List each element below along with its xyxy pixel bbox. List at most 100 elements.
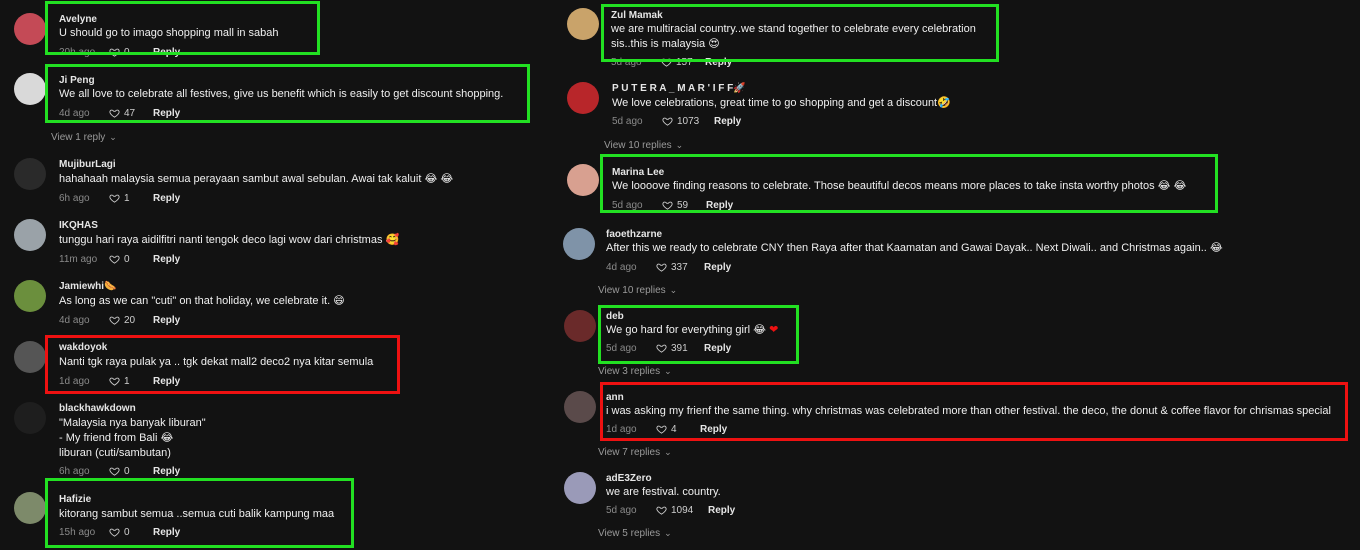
avatar[interactable] bbox=[14, 341, 46, 373]
like-button[interactable]: 47 bbox=[109, 108, 153, 119]
comment-username[interactable]: faoethzarne bbox=[606, 229, 662, 240]
emoji: 😂 bbox=[753, 324, 767, 336]
comment-username[interactable]: blackhawkdown bbox=[59, 403, 136, 414]
avatar[interactable] bbox=[564, 472, 596, 504]
reply-button[interactable]: Reply bbox=[153, 315, 180, 326]
comment-meta: 4d ago 337 Reply bbox=[606, 262, 731, 273]
avatar[interactable] bbox=[14, 402, 46, 434]
reply-button[interactable]: Reply bbox=[153, 193, 180, 204]
comment-text: We go hard for everything girl 😂 ❤ bbox=[606, 324, 779, 336]
heart-icon bbox=[656, 424, 667, 435]
like-button[interactable]: 0 bbox=[109, 466, 153, 477]
comment-username[interactable]: Ji Peng bbox=[59, 75, 95, 86]
comment-meta: 5d ago 1094 Reply bbox=[606, 505, 735, 516]
comment-meta: 6h ago 0 Reply bbox=[59, 466, 180, 477]
comment-text: We loooove finding reasons to celebrate.… bbox=[612, 180, 1187, 192]
comment-username[interactable]: Hafizie bbox=[59, 494, 91, 505]
comment-time: 5d ago bbox=[612, 116, 643, 127]
heart-icon bbox=[656, 505, 667, 516]
avatar[interactable] bbox=[14, 219, 46, 251]
avatar[interactable] bbox=[567, 164, 599, 196]
like-button[interactable]: 4 bbox=[656, 424, 700, 435]
comment-text: we are multiracial country..we stand tog… bbox=[611, 23, 976, 50]
comment-username[interactable]: Jamiewhi🌭 bbox=[59, 281, 116, 292]
like-button[interactable]: 0 bbox=[109, 527, 153, 538]
reply-button[interactable]: Reply bbox=[700, 424, 727, 435]
like-count: 0 bbox=[124, 466, 130, 477]
like-button[interactable]: 1 bbox=[109, 193, 153, 204]
comment-username[interactable]: deb bbox=[606, 311, 624, 322]
comment-text: U should go to imago shopping mall in sa… bbox=[59, 27, 279, 39]
like-count: 0 bbox=[124, 254, 130, 265]
like-count: 391 bbox=[671, 343, 688, 354]
comment-username[interactable]: Marina Lee bbox=[612, 167, 664, 178]
comment-username[interactable]: P U T E R A _ M A R ' I F F🚀 bbox=[612, 83, 746, 94]
view-replies-link[interactable]: View 10 replies ⌄ bbox=[598, 285, 677, 296]
like-button[interactable]: 59 bbox=[662, 200, 706, 211]
like-button[interactable]: 1094 bbox=[656, 505, 708, 516]
view-replies-link[interactable]: View 3 replies ⌄ bbox=[598, 366, 672, 377]
avatar[interactable] bbox=[14, 280, 46, 312]
reply-button[interactable]: Reply bbox=[153, 466, 180, 477]
like-button[interactable]: 1 bbox=[109, 376, 153, 387]
comment-meta: 20h ago 0 Reply bbox=[59, 47, 180, 58]
like-button[interactable]: 337 bbox=[656, 262, 704, 273]
like-count: 4 bbox=[671, 424, 677, 435]
avatar[interactable] bbox=[14, 158, 46, 190]
avatar[interactable] bbox=[564, 310, 596, 342]
reply-button[interactable]: Reply bbox=[714, 116, 741, 127]
avatar[interactable] bbox=[14, 73, 46, 105]
comment-time: 4d ago bbox=[59, 108, 90, 119]
like-button[interactable]: 157 bbox=[661, 57, 705, 68]
reply-button[interactable]: Reply bbox=[153, 108, 180, 119]
reply-button[interactable]: Reply bbox=[704, 343, 731, 354]
reply-button[interactable]: Reply bbox=[153, 376, 180, 387]
like-button[interactable]: 0 bbox=[109, 47, 153, 58]
comment-time: 5d ago bbox=[606, 343, 637, 354]
like-button[interactable]: 0 bbox=[109, 254, 153, 265]
emoji: 😂 😂 bbox=[424, 173, 454, 185]
avatar[interactable] bbox=[14, 492, 46, 524]
view-replies-link[interactable]: View 10 replies ⌄ bbox=[604, 140, 683, 151]
comment-username[interactable]: wakdoyok bbox=[59, 342, 107, 353]
avatar[interactable] bbox=[567, 8, 599, 40]
like-count: 1 bbox=[124, 376, 130, 387]
comment-text: Nanti tgk raya pulak ya .. tgk dekat mal… bbox=[59, 356, 374, 368]
comment-username[interactable]: Avelyne bbox=[59, 14, 97, 25]
view-replies-link[interactable]: View 5 replies ⌄ bbox=[598, 528, 672, 539]
view-replies-link[interactable]: View 7 replies ⌄ bbox=[598, 447, 672, 458]
reply-button[interactable]: Reply bbox=[706, 200, 733, 211]
emoji: 😄 bbox=[333, 295, 345, 307]
reply-button[interactable]: Reply bbox=[705, 57, 732, 68]
username-emoji: 🚀 bbox=[733, 83, 746, 94]
reply-button[interactable]: Reply bbox=[153, 527, 180, 538]
comment-time: 6h ago bbox=[59, 466, 90, 477]
heart-icon bbox=[656, 343, 667, 354]
reply-button[interactable]: Reply bbox=[704, 262, 731, 273]
comment-time: 5d ago bbox=[611, 57, 642, 68]
avatar[interactable] bbox=[14, 13, 46, 45]
comment-username[interactable]: IKQHAS bbox=[59, 220, 98, 231]
heart-icon bbox=[109, 254, 120, 265]
heart-emoji: ❤ bbox=[769, 324, 779, 336]
reply-button[interactable]: Reply bbox=[153, 254, 180, 265]
like-button[interactable]: 1073 bbox=[662, 116, 714, 127]
avatar[interactable] bbox=[567, 82, 599, 114]
view-replies-link[interactable]: View 1 reply ⌄ bbox=[51, 132, 117, 143]
like-button[interactable]: 391 bbox=[656, 343, 704, 354]
comment-meta: 4d ago 20 Reply bbox=[59, 315, 180, 326]
comment-username[interactable]: MujiburLagi bbox=[59, 159, 116, 170]
like-button[interactable]: 20 bbox=[109, 315, 153, 326]
like-count: 1073 bbox=[677, 116, 700, 127]
comment-username[interactable]: adE3Zero bbox=[606, 473, 652, 484]
avatar[interactable] bbox=[563, 228, 595, 260]
reply-button[interactable]: Reply bbox=[153, 47, 180, 58]
comment-text: kitorang sambut semua ..semua cuti balik… bbox=[59, 508, 335, 520]
comment-username[interactable]: Zul Mamak bbox=[611, 10, 663, 21]
reply-button[interactable]: Reply bbox=[708, 505, 735, 516]
emoji: 🤣 bbox=[937, 97, 951, 109]
comment-time: 1d ago bbox=[59, 376, 90, 387]
avatar[interactable] bbox=[564, 391, 596, 423]
comment-text: i was asking my frienf the same thing. w… bbox=[606, 405, 1331, 417]
comment-username[interactable]: ann bbox=[606, 392, 624, 403]
